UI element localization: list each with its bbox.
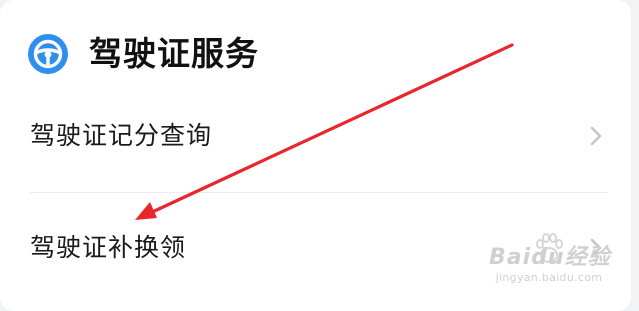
list-item-label: 驾驶证记分查询: [30, 121, 213, 150]
watermark-url: jingyan.baidu.com: [495, 271, 603, 284]
list-item-license-points-query[interactable]: 驾驶证记分查询: [0, 106, 631, 166]
section-header: 驾驶证服务: [28, 30, 259, 78]
watermark-logo: Baidu经验: [489, 245, 611, 270]
watermark: Baidu经验 jingyan.baidu.com: [489, 231, 611, 291]
steering-wheel-icon: [28, 34, 68, 74]
list-item-label: 驾驶证补换领: [30, 233, 187, 262]
divider: [30, 192, 607, 193]
chevron-right-icon: [590, 126, 602, 146]
section-title: 驾驶证服务: [89, 34, 259, 73]
